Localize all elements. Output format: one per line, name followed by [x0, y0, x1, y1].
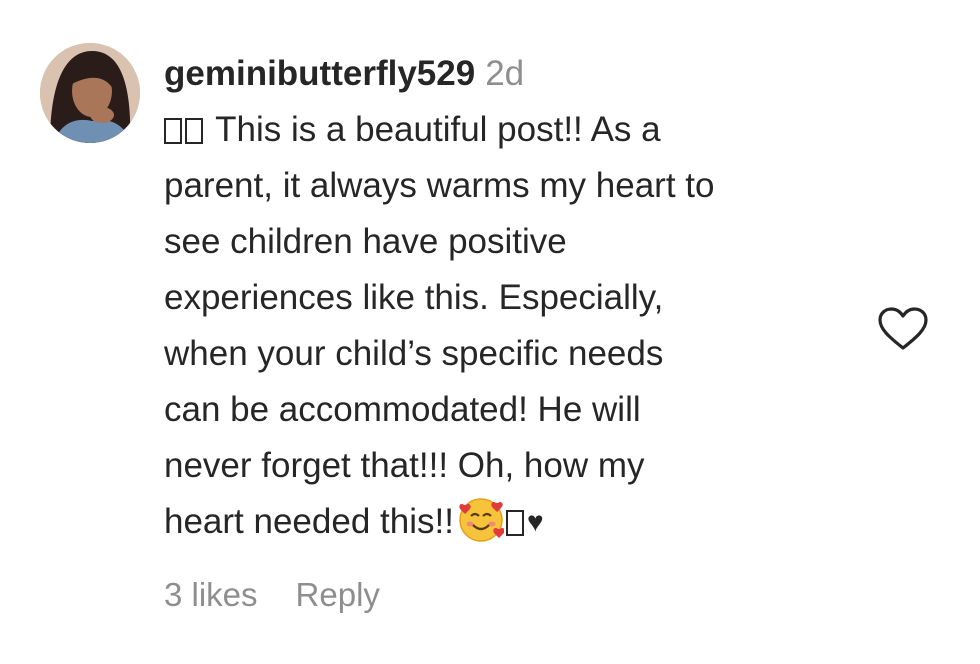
like-button[interactable]: [877, 306, 929, 352]
comment-text: This is a beautiful post!! As a parent, …: [164, 102, 854, 550]
comment-text-line: never forget that!!! Oh, how my: [164, 446, 645, 485]
profile-photo: [40, 43, 140, 143]
missing-glyph-icon: [164, 118, 182, 144]
heart-outline-icon: [878, 307, 928, 350]
username-link[interactable]: geminibutterfly529: [164, 54, 475, 93]
comment-text-line: when your child’s specific needs: [164, 334, 664, 373]
comment-text-line: This is a beautiful post!! As a: [164, 102, 854, 158]
comment-text-fragment: heart needed this!!: [164, 502, 454, 541]
reply-button[interactable]: Reply: [296, 576, 380, 613]
missing-glyph-icon: [185, 118, 203, 144]
comment-text-line: can be accommodated! He will: [164, 390, 641, 429]
avatar[interactable]: [40, 43, 140, 143]
comment: geminibutterfly529 2d This is a beautiful…: [0, 0, 980, 664]
missing-glyph-icon: [505, 510, 524, 536]
likes-count-button[interactable]: 3 likes: [164, 576, 258, 613]
comment-text-line: heart needed this!! ♥: [164, 494, 854, 550]
comment-text-line: parent, it always warms my heart to: [164, 166, 715, 205]
comment-text-line: see children have positive: [164, 222, 567, 261]
black-heart-icon: ♥: [526, 506, 544, 537]
comment-text-line: experiences like this. Especially,: [164, 278, 664, 317]
comment-header: geminibutterfly529 2d: [164, 50, 854, 98]
timestamp: 2d: [485, 54, 525, 93]
comment-body: geminibutterfly529 2d This is a beautiful…: [164, 50, 854, 614]
smiling-face-with-hearts-icon: [459, 498, 504, 542]
comment-actions: 3 likes Reply: [164, 576, 854, 614]
comment-text-fragment: This is a beautiful post!! As a: [215, 110, 661, 149]
